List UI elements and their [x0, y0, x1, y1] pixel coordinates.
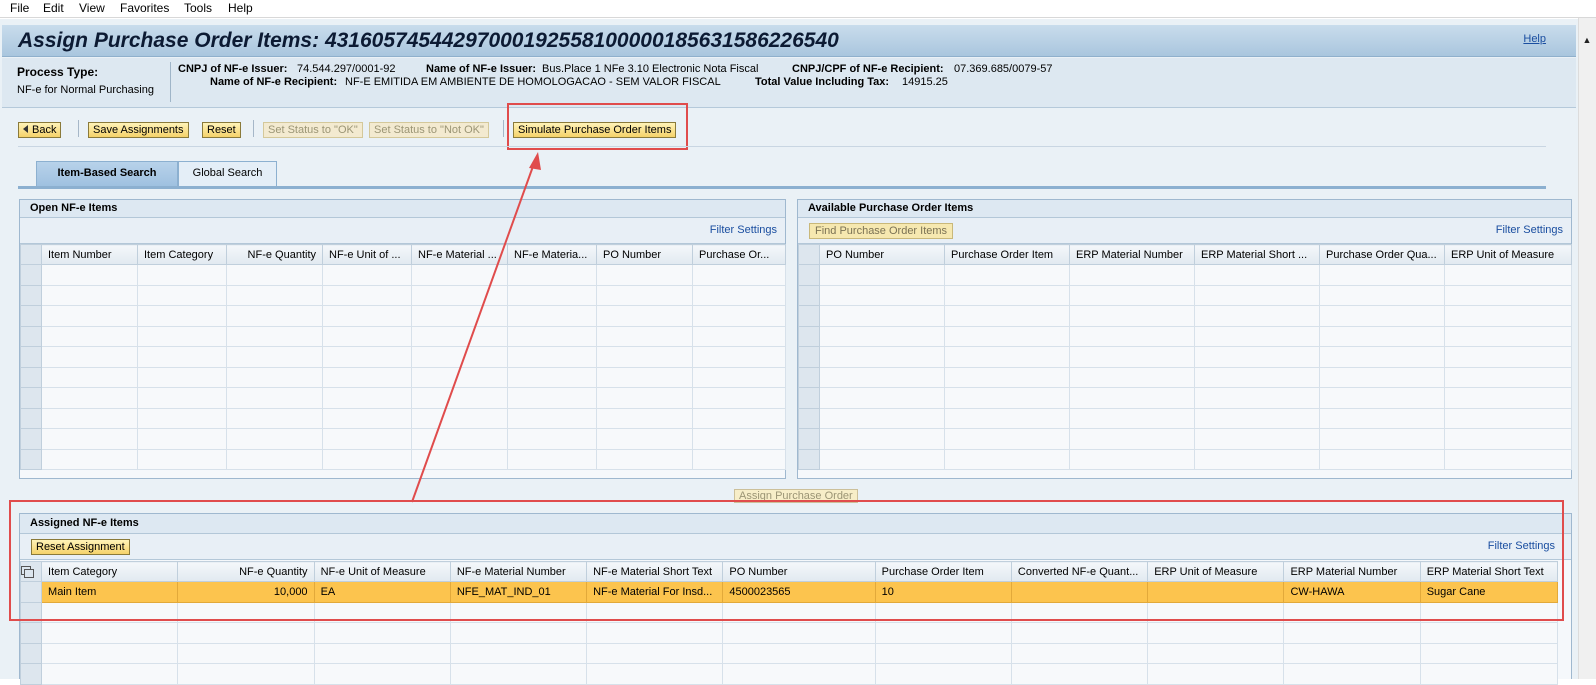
col-header[interactable]: Item Number [41, 244, 138, 265]
toolbar-separator [78, 120, 79, 137]
table-row[interactable] [798, 407, 1572, 429]
table-row[interactable] [798, 284, 1572, 306]
col-header[interactable]: PO Number [596, 244, 693, 265]
table-row[interactable] [20, 387, 786, 409]
cnpj-recipient-label: CNPJ/CPF of NF-e Recipient: [792, 63, 944, 75]
table-row[interactable] [798, 428, 1572, 450]
select-all-cell[interactable] [20, 244, 42, 265]
annotation-box-assigned-items [9, 500, 1564, 621]
col-header[interactable]: ERP Unit of Measure [1444, 244, 1572, 265]
table-row[interactable] [20, 366, 786, 388]
toolbar-separator [253, 120, 254, 137]
panel-toolbar: Find Purchase Order Items Filter Setting… [798, 218, 1571, 244]
available-items-body [798, 264, 1572, 470]
title-bar: Assign Purchase Order Items: 43160574544… [2, 25, 1576, 57]
process-type-label: Process Type: [17, 65, 99, 79]
col-header[interactable]: PO Number [819, 244, 945, 265]
table-row[interactable] [20, 325, 786, 347]
table-row[interactable] [798, 325, 1572, 347]
reset-button[interactable]: Reset [202, 122, 241, 138]
col-header[interactable]: ERP Material Short ... [1194, 244, 1320, 265]
table-row[interactable] [798, 264, 1572, 286]
available-items-table: PO Number Purchase Order Item ERP Materi… [798, 244, 1572, 470]
menu-edit[interactable]: Edit [43, 1, 64, 15]
total-value-label: Total Value Including Tax: [755, 76, 890, 88]
menu-view[interactable]: View [79, 1, 105, 15]
table-row[interactable] [20, 346, 786, 368]
table-row[interactable] [798, 448, 1572, 470]
col-header[interactable]: Purchase Or... [692, 244, 786, 265]
help-link[interactable]: Help [1523, 33, 1546, 45]
toolbar-separator [503, 120, 504, 137]
recipient-name-value: NF-E EMITIDA EM AMBIENTE DE HOMOLOGACAO … [345, 76, 721, 88]
open-items-table: Item Number Item Category NF-e Quantity … [20, 244, 786, 470]
table-row[interactable] [19, 622, 1559, 644]
header-info: Process Type: NF-e for Normal Purchasing… [2, 58, 1576, 108]
process-type-value: NF-e for Normal Purchasing [17, 84, 154, 96]
panel-title: Open NF-e Items [20, 200, 785, 218]
table-row[interactable] [20, 284, 786, 306]
table-row[interactable] [798, 305, 1572, 327]
back-button[interactable]: Back [18, 122, 62, 138]
table-row[interactable] [798, 366, 1572, 388]
open-nfe-items-panel: Open NF-e Items Filter Settings Item Num… [19, 199, 786, 479]
tab-strip-line [18, 186, 1546, 189]
issuer-name-label: Name of NF-e Issuer: [426, 63, 537, 75]
menu-bar: File Edit View Favorites Tools Help [0, 0, 1596, 18]
table-row[interactable] [20, 264, 786, 286]
menu-help[interactable]: Help [228, 1, 253, 15]
open-items-body [20, 264, 786, 470]
table-row[interactable] [19, 642, 1559, 664]
available-po-items-panel: Available Purchase Order Items Find Purc… [797, 199, 1572, 479]
cnpj-recipient-value: 07.369.685/0079-57 [954, 63, 1053, 75]
recipient-name-label: Name of NF-e Recipient: [210, 76, 338, 88]
table-row[interactable] [798, 387, 1572, 409]
annotation-box-simulate [507, 103, 688, 150]
panel-title: Available Purchase Order Items [798, 200, 1571, 218]
header-divider [170, 62, 171, 102]
col-header[interactable]: Purchase Order Item [944, 244, 1070, 265]
col-header[interactable]: Item Category [137, 244, 227, 265]
vertical-scrollbar[interactable] [1578, 18, 1596, 679]
issuer-name-value: Bus.Place 1 NFe 3.10 Electronic Nota Fis… [542, 63, 759, 75]
col-header[interactable]: Purchase Order Qua... [1319, 244, 1445, 265]
total-value: 14915.25 [902, 76, 948, 88]
table-row[interactable] [20, 428, 786, 450]
page-title: Assign Purchase Order Items: 43160574544… [18, 29, 839, 52]
cnpj-issuer-label: CNPJ of NF-e Issuer: [178, 63, 288, 75]
menu-file[interactable]: File [10, 1, 29, 15]
arrow-left-icon [23, 125, 28, 133]
toolbar-divider [18, 146, 1546, 147]
table-row[interactable] [798, 346, 1572, 368]
table-row[interactable] [20, 407, 786, 429]
tab-item-based-search[interactable]: Item-Based Search [36, 161, 178, 186]
cnpj-issuer-value: 74.544.297/0001-92 [297, 63, 396, 75]
set-status-ok-button[interactable]: Set Status to "OK" [263, 122, 363, 138]
col-header[interactable]: NF-e Material ... [411, 244, 508, 265]
set-status-not-ok-button[interactable]: Set Status to "Not OK" [369, 122, 489, 138]
col-header[interactable]: ERP Material Number [1069, 244, 1195, 265]
select-all-cell[interactable] [798, 244, 820, 265]
filter-settings-link[interactable]: Filter Settings [1496, 224, 1563, 236]
menu-favorites[interactable]: Favorites [120, 1, 169, 15]
save-assignments-button[interactable]: Save Assignments [88, 122, 189, 138]
scroll-up-icon[interactable]: ▲ [1578, 35, 1596, 49]
panel-toolbar: Filter Settings [20, 218, 785, 244]
menu-tools[interactable]: Tools [184, 1, 212, 15]
filter-settings-link[interactable]: Filter Settings [710, 224, 777, 236]
col-header[interactable]: NF-e Unit of ... [322, 244, 412, 265]
find-po-items-button[interactable]: Find Purchase Order Items [809, 223, 954, 239]
table-row[interactable] [20, 305, 786, 327]
col-header[interactable]: NF-e Materia... [507, 244, 597, 265]
tab-global-search[interactable]: Global Search [178, 161, 277, 186]
table-row[interactable] [20, 448, 786, 470]
col-header[interactable]: NF-e Quantity [226, 244, 323, 265]
table-row[interactable] [19, 663, 1559, 685]
